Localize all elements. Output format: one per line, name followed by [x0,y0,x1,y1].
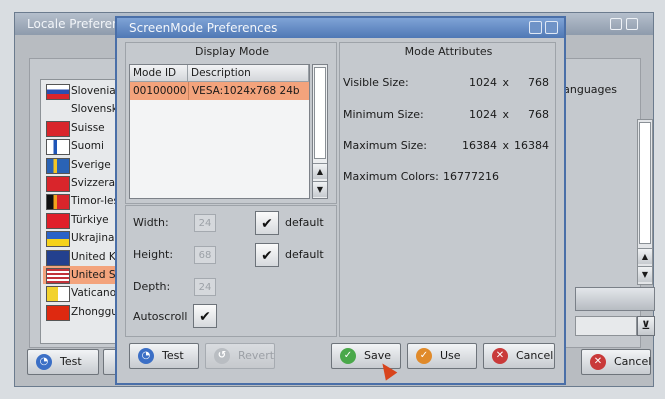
maximum-colors-label: Maximum Colors: [343,170,439,183]
zoom-gadget-icon[interactable] [545,21,558,34]
test-button[interactable]: ◔ Test [129,343,199,369]
width-default-checkbox[interactable]: ✔ [255,211,279,235]
width-default-label: default [285,216,324,229]
width-label: Width: [133,216,169,229]
display-mode-header: Display Mode [194,45,269,58]
locale-cancel-label: Cancel [614,355,652,368]
test-icon: ◔ [36,354,52,370]
autoscroll-checkbox[interactable]: ✔ [193,304,217,328]
visible-size-x: x [502,76,509,89]
mode-attributes-header: Mode Attributes [404,45,493,58]
revert-icon: ↺ [214,348,230,364]
country-label: Slovenia [71,85,116,97]
mode-list-scroll-thumb[interactable] [314,67,326,159]
swiss-flag-icon [46,176,70,192]
locale-close-icon[interactable] [626,18,638,30]
country-label: Suomi [71,140,104,153]
maximum-size-width: 16384 [462,139,497,152]
height-default-checkbox[interactable]: ✔ [255,243,279,267]
country-label: Vaticano [71,287,117,300]
combo-arrow-icon[interactable]: ⊻ [637,316,655,336]
languages-label: Languages [557,83,618,96]
country-label: Suisse [71,121,105,134]
languages-scroll-thumb[interactable] [639,122,651,244]
slovenia-flag-icon [46,84,70,100]
screenmode-dialog: ScreenMode Preferences Display Mode Mode… [115,16,566,385]
minimum-size-width: 1024 [469,108,497,121]
maximum-size-x: x [502,139,509,152]
autoscroll-label: Autoscroll [133,310,188,323]
column-mode-id[interactable]: Mode ID [130,65,188,82]
maximum-size-label: Maximum Size: [343,139,427,152]
country-label: Sverige [71,158,111,171]
maximum-colors-value: 16777216 [443,170,499,183]
languages-combo[interactable] [575,316,637,336]
mode-list-scrollbar[interactable]: ▲ ▼ [312,64,328,199]
locale-test-button[interactable]: ◔ Test [27,349,99,375]
use-label: Use [440,349,461,362]
uk-flag-icon [46,249,70,266]
cancel-icon: ✕ [590,354,606,370]
height-default-label: default [285,248,324,261]
minimum-size-height: 768 [528,108,549,121]
scroll-down-icon[interactable]: ▼ [638,266,652,282]
locale-depth-icon[interactable] [610,18,622,30]
mode-list[interactable]: Mode ID Description 00100000 VESA:1024x7… [129,64,310,199]
vatican-flag-icon [46,286,70,303]
height-label: Height: [133,248,174,261]
mode-description-cell[interactable]: VESA:1024x768 24b [188,82,309,100]
depth-gadget-icon[interactable] [529,21,542,34]
timor-flag-icon [46,194,70,211]
cancel-label: Cancel [516,349,554,362]
depth-field[interactable]: 24 [194,278,216,296]
scroll-up-icon[interactable]: ▲ [638,248,652,264]
minimum-size-label: Minimum Size: [343,108,424,121]
dialog-title: ScreenMode Preferences [117,18,564,38]
swiss-flag-icon [46,120,70,137]
cancel-button[interactable]: ✕ Cancel [483,343,555,369]
maximum-size-height: 16384 [514,139,549,152]
visible-size-width: 1024 [469,76,497,89]
country-label: Ukrajina [71,232,115,245]
depth-label: Depth: [133,280,171,293]
height-field[interactable]: 68 [194,246,216,264]
revert-button[interactable]: ↺ Revert [205,343,275,369]
ukraine-flag-icon [46,231,70,248]
country-label: Türkiye [71,213,109,226]
visible-size-label: Visible Size: [343,76,409,89]
width-field[interactable]: 24 [194,214,216,232]
revert-label: Revert [238,349,275,362]
column-description[interactable]: Description [188,65,309,82]
test-icon: ◔ [138,348,154,364]
cancel-icon: ✕ [492,348,508,364]
use-button[interactable]: ✓ Use [407,343,477,369]
sweden-flag-icon [46,157,70,174]
china-flag-icon [46,304,70,321]
country-label: Svizzera [71,177,116,189]
checkmark-icon: ✓ [340,348,356,364]
finland-flag-icon [46,139,70,156]
us-flag-icon [46,268,70,284]
languages-button[interactable] [575,287,655,311]
test-label: Test [162,349,184,362]
turkey-flag-icon [46,212,70,229]
languages-scrollbar[interactable]: ▲ ▼ [637,119,653,285]
use-check-icon: ✓ [416,348,432,364]
scroll-up-icon[interactable]: ▲ [313,163,327,179]
locale-test-label: Test [60,355,82,368]
visible-size-height: 768 [528,76,549,89]
minimum-size-x: x [502,108,509,121]
locale-cancel-button[interactable]: ✕ Cancel [581,349,651,375]
mode-id-cell[interactable]: 00100000 [130,82,188,100]
scroll-down-icon[interactable]: ▼ [313,181,327,197]
